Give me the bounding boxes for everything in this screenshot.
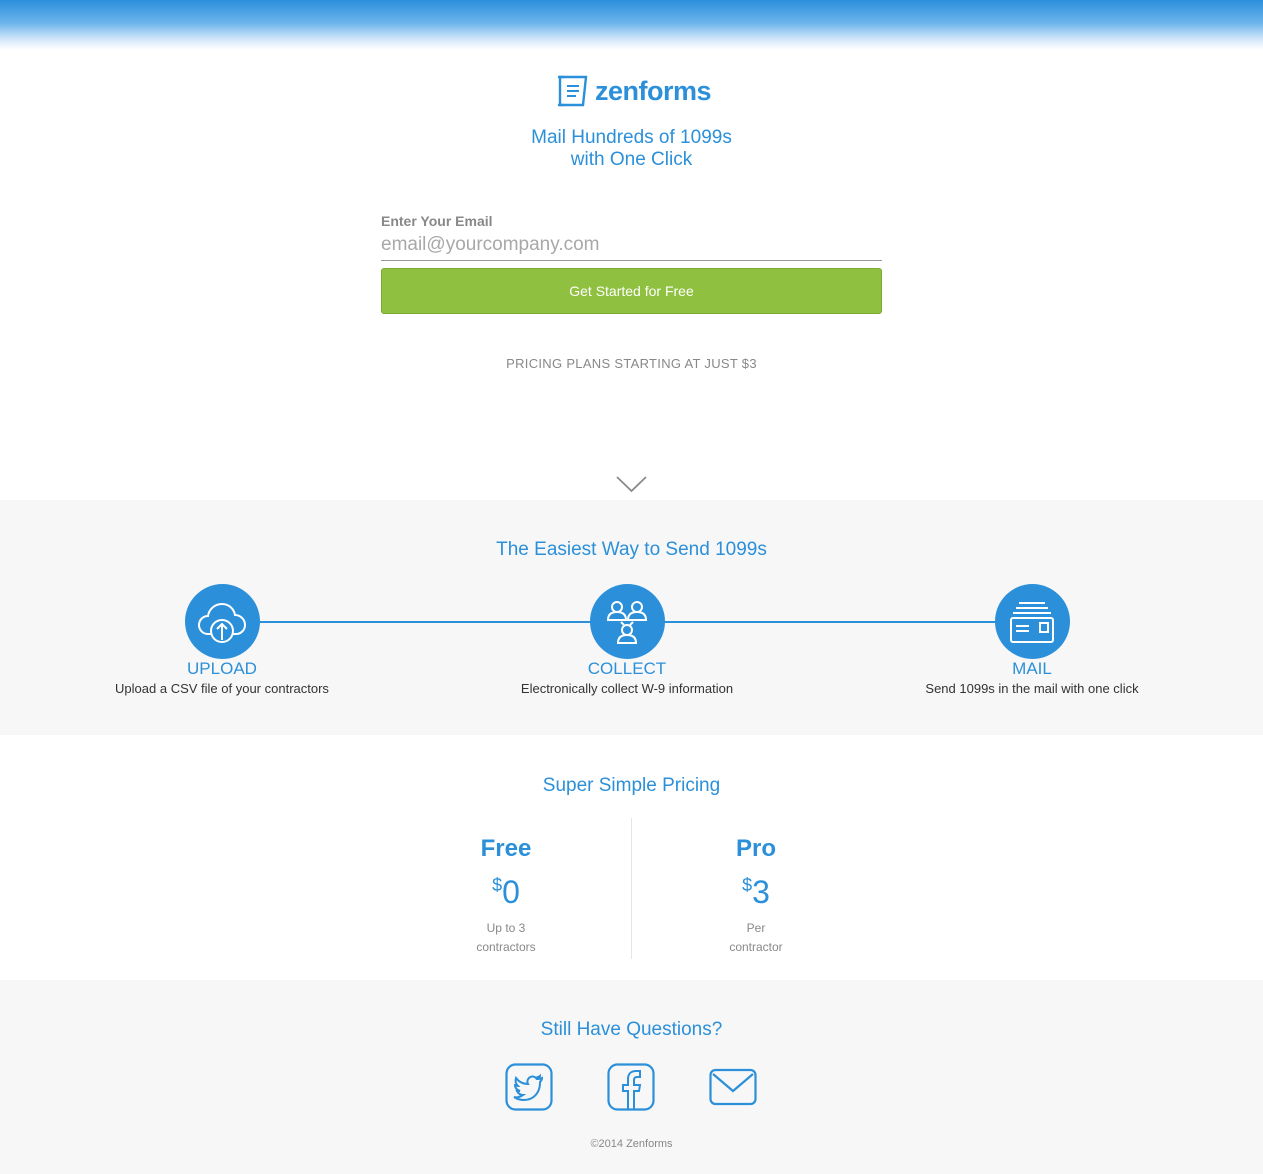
hero-section: zenforms Mail Hundreds of 1099s with One… bbox=[0, 50, 1263, 500]
twitter-link[interactable] bbox=[505, 1063, 553, 1111]
plan-pro-amount: 3 bbox=[752, 874, 770, 910]
get-started-button[interactable]: Get Started for Free bbox=[381, 268, 882, 314]
step-mail-circle bbox=[994, 584, 1070, 659]
step-upload-name: UPLOAD bbox=[187, 659, 257, 678]
facebook-icon bbox=[607, 1063, 655, 1111]
questions-title: Still Have Questions? bbox=[540, 1019, 723, 1040]
hero-tagline: Mail Hundreds of 1099s with One Click bbox=[0, 127, 1263, 171]
email-envelope-icon bbox=[709, 1068, 757, 1106]
plan-pro-currency: $ bbox=[742, 875, 753, 895]
plan-pro-desc-line-2: contractor bbox=[729, 940, 783, 954]
step-collect: COLLECT Electronically collect W-9 infor… bbox=[457, 584, 797, 696]
how-it-works-section: The Easiest Way to Send 1099s UPLOAD Upl… bbox=[0, 500, 1263, 735]
plan-free-desc: Up to 3 contractors bbox=[406, 919, 606, 957]
plan-free-amount: 0 bbox=[502, 874, 520, 910]
plan-pro-price: $3 bbox=[656, 873, 856, 911]
cloud-upload-icon bbox=[197, 602, 247, 643]
questions-section: Still Have Questions? ©2014 Zenforms bbox=[0, 980, 1263, 1174]
plan-pro-desc: Per contractor bbox=[656, 919, 856, 957]
chevron-down-icon[interactable] bbox=[616, 475, 647, 493]
twitter-icon bbox=[505, 1063, 553, 1111]
plan-pro-name: Pro bbox=[735, 835, 776, 862]
zenforms-logo[interactable]: zenforms bbox=[557, 74, 712, 108]
step-mail-desc: Send 1099s in the mail with one click bbox=[925, 681, 1139, 696]
email-link[interactable] bbox=[709, 1063, 757, 1111]
step-upload-circle bbox=[184, 584, 260, 659]
plan-free-name: Free bbox=[480, 835, 532, 862]
plan-divider bbox=[631, 818, 632, 959]
tagline-line-2: with One Click bbox=[570, 149, 693, 170]
plan-pro-desc-line-1: Per bbox=[746, 921, 766, 935]
document-scroll-icon bbox=[558, 75, 588, 107]
plan-free-currency: $ bbox=[492, 875, 503, 895]
pricing-note: PRICING PLANS STARTING AT JUST $3 bbox=[506, 356, 757, 371]
step-collect-desc: Electronically collect W-9 information bbox=[520, 681, 734, 696]
steps-title: The Easiest Way to Send 1099s bbox=[496, 539, 767, 560]
step-collect-circle bbox=[589, 584, 665, 659]
plan-free-desc-line-1: Up to 3 bbox=[486, 921, 526, 935]
brand-name: zenforms bbox=[595, 75, 712, 106]
people-network-icon bbox=[606, 600, 648, 644]
step-upload-desc: Upload a CSV file of your contractors bbox=[115, 681, 329, 696]
step-mail-name: MAIL bbox=[1012, 659, 1052, 678]
step-collect-name: COLLECT bbox=[587, 659, 667, 678]
email-label: Enter Your Email bbox=[381, 213, 493, 229]
plan-free: Free $0 Up to 3 contractors bbox=[406, 835, 606, 957]
copyright: ©2014 Zenforms bbox=[590, 1138, 673, 1150]
pricing-section: Super Simple Pricing Free $0 Up to 3 con… bbox=[0, 735, 1263, 980]
plan-free-price: $0 bbox=[406, 873, 606, 911]
step-mail: MAIL Send 1099s in the mail with one cli… bbox=[862, 584, 1202, 696]
facebook-link[interactable] bbox=[607, 1063, 655, 1111]
mail-stack-icon bbox=[1010, 601, 1054, 643]
step-upload: UPLOAD Upload a CSV file of your contrac… bbox=[52, 584, 392, 696]
plan-pro: Pro $3 Per contractor bbox=[656, 835, 856, 957]
plan-free-desc-line-2: contractors bbox=[476, 940, 536, 954]
tagline-line-1: Mail Hundreds of 1099s bbox=[531, 127, 732, 148]
top-gradient-bar bbox=[0, 0, 1263, 50]
email-input[interactable] bbox=[381, 230, 882, 261]
pricing-title: Super Simple Pricing bbox=[542, 775, 721, 796]
